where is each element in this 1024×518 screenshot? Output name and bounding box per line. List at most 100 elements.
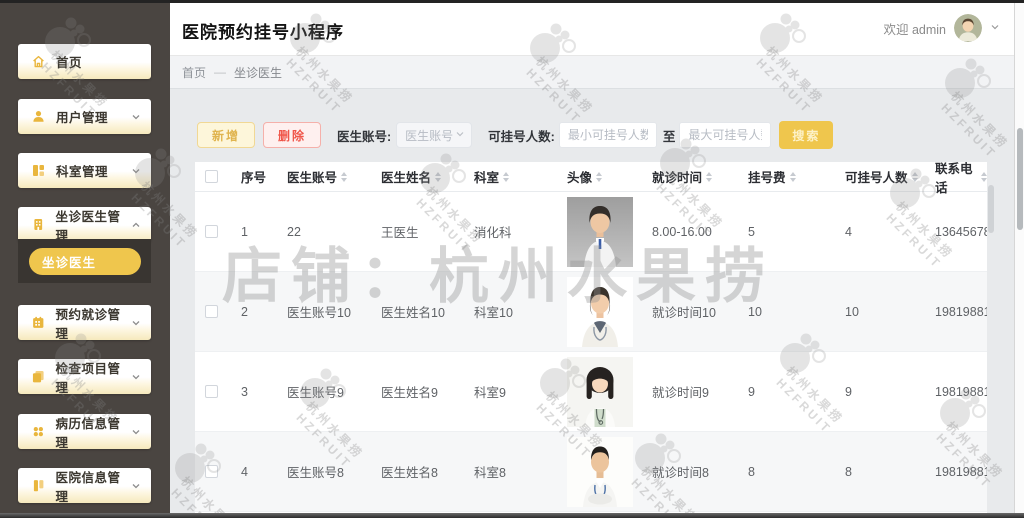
table-header-row: 序号 医生账号 医生姓名 科室 头像 就诊时间 挂号费 可挂号人数 联系电话 <box>195 162 987 195</box>
user-menu[interactable]: 欢迎 admin <box>883 14 1000 42</box>
sidebar-item-doctor-management[interactable]: 坐诊医生管理 <box>18 207 151 243</box>
sidebar-subitem-doctors-active[interactable]: 坐诊医生 <box>29 247 141 275</box>
sidebar-item-label: 预约就诊管理 <box>55 307 121 341</box>
cell-quota: 10 <box>845 304 859 319</box>
window-top-edge <box>0 0 1024 3</box>
sidebar-item-label: 坐诊医生管理 <box>55 209 121 243</box>
table-scrollbar-thumb[interactable] <box>988 185 994 233</box>
min-quota-input[interactable] <box>558 122 657 148</box>
window-bottom-edge <box>0 513 1024 518</box>
columns-icon <box>33 480 44 492</box>
sidebar-item-label: 科室管理 <box>56 165 109 179</box>
select-placeholder: 医生账号 <box>405 128 454 143</box>
table-row: 3 医生账号9 医生姓名9 科室9 就诊时间9 9 9 198198811 <box>195 352 987 432</box>
sidebar-item-hospital-info[interactable]: 医院信息管理 <box>18 468 151 504</box>
breadcrumb-current: 坐诊医生 <box>234 65 283 80</box>
breadcrumb-separator: — <box>214 65 227 79</box>
column-header: 可挂号人数 <box>845 171 908 185</box>
cell-account: 22 <box>287 224 301 239</box>
column-header: 头像 <box>567 171 593 185</box>
sidebar-item-users[interactable]: 用户管理 <box>18 99 151 134</box>
calendar-icon <box>33 316 44 328</box>
cell-time: 8.00-16.00 <box>652 224 712 239</box>
cell-fee: 9 <box>748 384 755 399</box>
avatar[interactable] <box>954 14 982 42</box>
row-checkbox[interactable] <box>205 225 218 238</box>
chevron-down-icon <box>131 318 141 328</box>
sidebar-item-label: 检查项目管理 <box>55 361 121 395</box>
column-header: 医生账号 <box>287 171 338 185</box>
sidebar-item-label: 首页 <box>56 56 83 70</box>
breadcrumb-home[interactable]: 首页 <box>182 64 206 81</box>
column-header: 就诊时间 <box>652 171 703 185</box>
chevron-down-icon <box>131 112 141 122</box>
sidebar-item-appointments[interactable]: 预约就诊管理 <box>18 305 151 341</box>
sidebar-submenu: 坐诊医生 <box>18 239 151 283</box>
delete-button[interactable]: 删除 <box>263 122 321 148</box>
chevron-down-icon <box>131 166 141 176</box>
app-window: 首页 用户管理 科室管理 坐诊医生管理 坐诊医生 预约就诊管理 检查项目管理 病… <box>0 0 1024 518</box>
building-icon <box>34 218 43 231</box>
cell-quota: 4 <box>845 224 852 239</box>
cell-quota: 8 <box>845 464 852 479</box>
doctor-photo <box>567 276 633 347</box>
cell-dept: 科室8 <box>474 466 506 480</box>
doctor-photo <box>567 436 633 507</box>
home-icon <box>33 55 44 68</box>
cell-no: 2 <box>241 304 248 319</box>
sort-icon[interactable] <box>503 171 510 182</box>
window-scrollbar-thumb[interactable] <box>1017 128 1023 230</box>
row-checkbox[interactable] <box>205 305 218 318</box>
sort-icon[interactable] <box>911 171 918 182</box>
cell-fee: 10 <box>748 304 762 319</box>
sort-icon[interactable] <box>341 171 348 182</box>
doctors-table: 序号 医生账号 医生姓名 科室 头像 就诊时间 挂号费 可挂号人数 联系电话 1… <box>195 162 987 513</box>
chevron-down-icon[interactable] <box>990 19 1000 37</box>
sidebar-item-label: 医院信息管理 <box>55 470 121 504</box>
dots-icon <box>33 426 43 437</box>
doctor-photo <box>567 356 633 427</box>
cell-time: 就诊时间9 <box>652 386 709 400</box>
sidebar: 首页 用户管理 科室管理 坐诊医生管理 坐诊医生 预约就诊管理 检查项目管理 病… <box>0 3 170 513</box>
doctor-photo <box>567 196 633 267</box>
sidebar-item-home[interactable]: 首页 <box>18 44 151 79</box>
chevron-down-icon <box>455 126 465 144</box>
to-label: 至 <box>662 129 676 144</box>
column-header: 挂号费 <box>748 171 786 185</box>
cell-phone: 198198811 <box>935 304 987 319</box>
cell-fee: 8 <box>748 464 755 479</box>
chevron-down-icon <box>131 427 141 437</box>
column-header: 医生姓名 <box>381 171 432 185</box>
window-scrollbar[interactable] <box>1014 3 1024 513</box>
select-all-checkbox[interactable] <box>205 170 218 183</box>
sort-icon[interactable] <box>789 171 796 182</box>
sort-icon[interactable] <box>981 171 987 182</box>
cell-name: 医生姓名10 <box>381 306 445 320</box>
sort-icon[interactable] <box>706 171 713 182</box>
sidebar-item-medical-records[interactable]: 病历信息管理 <box>18 414 151 450</box>
cell-dept: 科室10 <box>474 306 513 320</box>
sort-icon[interactable] <box>435 171 442 182</box>
sidebar-item-label: 病历信息管理 <box>55 416 121 450</box>
column-header: 联系电话 <box>935 162 973 195</box>
table-row: 2 医生账号10 医生姓名10 科室10 就诊时间10 10 10 198198… <box>195 272 987 352</box>
max-quota-input[interactable] <box>679 122 772 148</box>
cell-quota: 9 <box>845 384 852 399</box>
chevron-up-icon <box>131 220 141 230</box>
add-button[interactable]: 新增 <box>197 122 255 148</box>
cell-phone: 136456789 <box>935 224 987 239</box>
sort-icon[interactable] <box>596 171 603 182</box>
cell-no: 3 <box>241 384 248 399</box>
cell-phone: 198198811 <box>935 384 987 399</box>
search-button[interactable]: 搜索 <box>779 121 834 149</box>
cell-fee: 5 <box>748 224 755 239</box>
doctor-account-select[interactable]: 医生账号 <box>396 122 473 148</box>
quota-filter-label: 可挂号人数: <box>488 129 555 144</box>
row-checkbox[interactable] <box>205 465 218 478</box>
sidebar-item-departments[interactable]: 科室管理 <box>18 153 151 188</box>
row-checkbox[interactable] <box>205 385 218 398</box>
cell-phone: 198198811 <box>935 464 987 479</box>
sidebar-item-exam-items[interactable]: 检查项目管理 <box>18 359 151 395</box>
user-icon <box>33 111 44 122</box>
cell-account: 医生账号8 <box>287 466 344 480</box>
